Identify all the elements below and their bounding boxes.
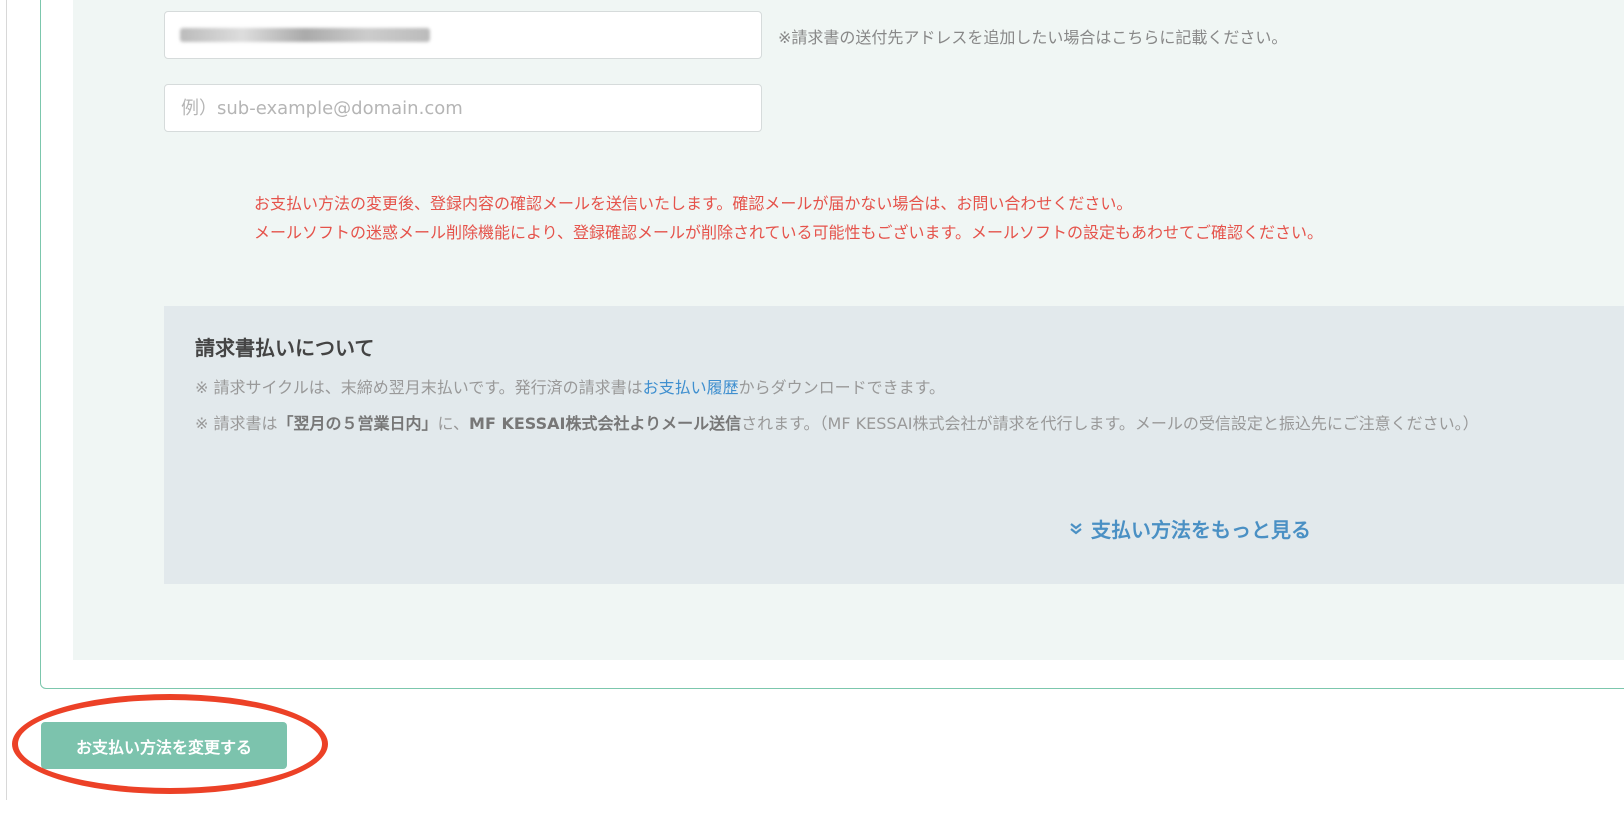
invoice-payment-info-box: 請求書払いについて ※ 請求サイクルは、末締め翌月末払いです。発行済の請求書はお…	[164, 306, 1624, 584]
change-payment-method-button[interactable]: お支払い方法を変更する	[41, 722, 287, 769]
page-left-border	[6, 0, 7, 800]
show-more-label: 支払い方法をもっと見る	[1091, 518, 1311, 542]
invoice-info-title: 請求書払いについて	[195, 336, 375, 360]
show-more-payment-methods-link[interactable]: 支払い方法をもっと見る	[1069, 514, 1311, 543]
delivery-note-mid: に、	[437, 414, 470, 433]
confirmation-notice: お支払い方法の変更後、登録内容の確認メールを送信いたします。確認メールが届かない…	[254, 189, 1323, 247]
delivery-deadline-text: 「翌月の５営業日内」	[277, 414, 438, 433]
payment-history-link[interactable]: お支払い履歴	[643, 378, 739, 397]
invoice-delivery-note: ※ 請求書は「翌月の５営業日内」に、MF KESSAI株式会社よりメール送信され…	[195, 410, 1479, 434]
delivery-note-prefix: ※ 請求書は	[195, 414, 278, 433]
delivery-sender-text: MF KESSAI株式会社よりメール送信	[469, 414, 742, 433]
delivery-note-suffix: されます。（MF KESSAI株式会社が請求を代行します。メールの受信設定と振込…	[741, 414, 1479, 433]
notice-line-1: お支払い方法の変更後、登録内容の確認メールを送信いたします。確認メールが届かない…	[254, 194, 1133, 213]
cycle-note-suffix: からダウンロードできます。	[738, 378, 946, 397]
double-chevron-down-icon	[1070, 522, 1082, 534]
redacted-email-text	[180, 28, 430, 42]
cycle-note-prefix: ※ 請求サイクルは、末締め翌月末払いです。発行済の請求書は	[195, 378, 643, 397]
invoice-cycle-note: ※ 請求サイクルは、末締め翌月末払いです。発行済の請求書はお支払い履歴からダウン…	[195, 374, 945, 398]
notice-line-2: メールソフトの迷惑メール削除機能により、登録確認メールが削除されている可能性もご…	[254, 223, 1323, 242]
additional-email-hint: ※請求書の送付先アドレスを追加したい場合はこちらに記載ください。	[778, 28, 1288, 47]
sub-email-field[interactable]	[164, 84, 762, 132]
